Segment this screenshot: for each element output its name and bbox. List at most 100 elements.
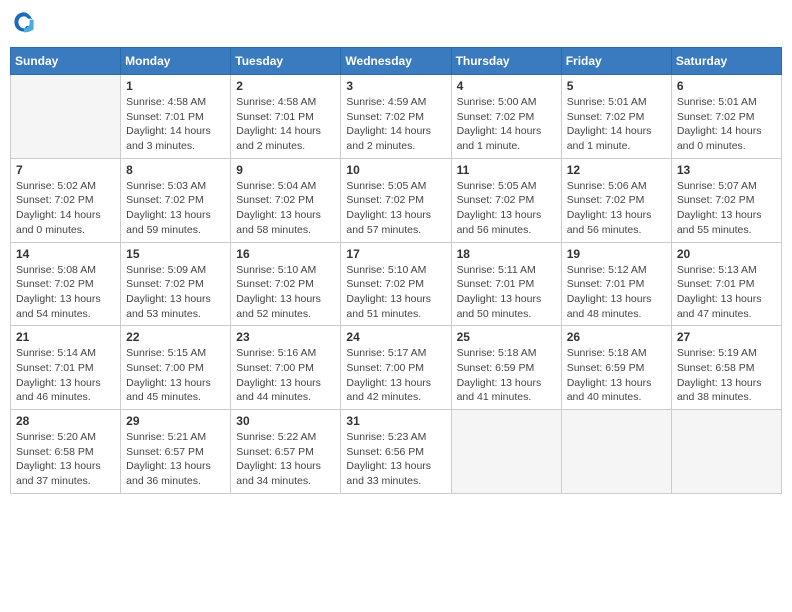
day-info: Sunrise: 5:08 AMSunset: 7:02 PMDaylight:…: [16, 263, 115, 322]
day-info: Sunrise: 5:13 AMSunset: 7:01 PMDaylight:…: [677, 263, 776, 322]
day-info: Sunrise: 5:18 AMSunset: 6:59 PMDaylight:…: [457, 346, 556, 405]
day-info: Sunrise: 4:58 AMSunset: 7:01 PMDaylight:…: [126, 95, 225, 154]
calendar-cell: [561, 410, 671, 494]
calendar-cell: 2 Sunrise: 4:58 AMSunset: 7:01 PMDaylight…: [231, 75, 341, 159]
calendar-cell: 18 Sunrise: 5:11 AMSunset: 7:01 PMDayligh…: [451, 242, 561, 326]
calendar-cell: 1 Sunrise: 4:58 AMSunset: 7:01 PMDaylight…: [121, 75, 231, 159]
calendar-cell: 25 Sunrise: 5:18 AMSunset: 6:59 PMDayligh…: [451, 326, 561, 410]
calendar-cell: 30 Sunrise: 5:22 AMSunset: 6:57 PMDayligh…: [231, 410, 341, 494]
day-info: Sunrise: 4:58 AMSunset: 7:01 PMDaylight:…: [236, 95, 335, 154]
day-number: 7: [16, 163, 115, 177]
day-info: Sunrise: 5:18 AMSunset: 6:59 PMDaylight:…: [567, 346, 666, 405]
calendar-cell: 21 Sunrise: 5:14 AMSunset: 7:01 PMDayligh…: [11, 326, 121, 410]
day-info: Sunrise: 5:09 AMSunset: 7:02 PMDaylight:…: [126, 263, 225, 322]
day-number: 24: [346, 330, 445, 344]
day-number: 10: [346, 163, 445, 177]
day-number: 22: [126, 330, 225, 344]
calendar-cell: [451, 410, 561, 494]
day-number: 3: [346, 79, 445, 93]
calendar-cell: 7 Sunrise: 5:02 AMSunset: 7:02 PMDaylight…: [11, 158, 121, 242]
calendar-header-thursday: Thursday: [451, 48, 561, 75]
calendar-cell: 20 Sunrise: 5:13 AMSunset: 7:01 PMDayligh…: [671, 242, 781, 326]
calendar-header-wednesday: Wednesday: [341, 48, 451, 75]
day-info: Sunrise: 5:23 AMSunset: 6:56 PMDaylight:…: [346, 430, 445, 489]
calendar-cell: 9 Sunrise: 5:04 AMSunset: 7:02 PMDaylight…: [231, 158, 341, 242]
day-number: 25: [457, 330, 556, 344]
calendar-cell: 24 Sunrise: 5:17 AMSunset: 7:00 PMDayligh…: [341, 326, 451, 410]
calendar-week-3: 14Sunrise: 5:08 AMSunset: 7:02 PMDayligh…: [11, 242, 782, 326]
calendar-header-friday: Friday: [561, 48, 671, 75]
day-number: 9: [236, 163, 335, 177]
day-number: 15: [126, 247, 225, 261]
calendar-cell: 14Sunrise: 5:08 AMSunset: 7:02 PMDayligh…: [11, 242, 121, 326]
day-number: 1: [126, 79, 225, 93]
day-number: 29: [126, 414, 225, 428]
day-info: Sunrise: 5:04 AMSunset: 7:02 PMDaylight:…: [236, 179, 335, 238]
day-number: 19: [567, 247, 666, 261]
calendar-cell: 12 Sunrise: 5:06 AMSunset: 7:02 PMDayligh…: [561, 158, 671, 242]
day-number: 8: [126, 163, 225, 177]
calendar-cell: 5 Sunrise: 5:01 AMSunset: 7:02 PMDaylight…: [561, 75, 671, 159]
day-number: 28: [16, 414, 115, 428]
day-info: Sunrise: 5:01 AMSunset: 7:02 PMDaylight:…: [677, 95, 776, 154]
day-info: Sunrise: 5:16 AMSunset: 7:00 PMDaylight:…: [236, 346, 335, 405]
calendar-cell: 11Sunrise: 5:05 AMSunset: 7:02 PMDayligh…: [451, 158, 561, 242]
day-info: Sunrise: 5:20 AMSunset: 6:58 PMDaylight:…: [16, 430, 115, 489]
day-number: 20: [677, 247, 776, 261]
day-info: Sunrise: 5:11 AMSunset: 7:01 PMDaylight:…: [457, 263, 556, 322]
day-number: 31: [346, 414, 445, 428]
day-info: Sunrise: 5:19 AMSunset: 6:58 PMDaylight:…: [677, 346, 776, 405]
calendar-week-5: 28 Sunrise: 5:20 AMSunset: 6:58 PMDayligh…: [11, 410, 782, 494]
calendar-cell: 28 Sunrise: 5:20 AMSunset: 6:58 PMDayligh…: [11, 410, 121, 494]
day-info: Sunrise: 4:59 AMSunset: 7:02 PMDaylight:…: [346, 95, 445, 154]
day-info: Sunrise: 5:22 AMSunset: 6:57 PMDaylight:…: [236, 430, 335, 489]
logo-icon: [12, 10, 36, 34]
day-info: Sunrise: 5:15 AMSunset: 7:00 PMDaylight:…: [126, 346, 225, 405]
day-number: 12: [567, 163, 666, 177]
day-info: Sunrise: 5:10 AMSunset: 7:02 PMDaylight:…: [346, 263, 445, 322]
day-info: Sunrise: 5:14 AMSunset: 7:01 PMDaylight:…: [16, 346, 115, 405]
day-info: Sunrise: 5:21 AMSunset: 6:57 PMDaylight:…: [126, 430, 225, 489]
day-number: 5: [567, 79, 666, 93]
day-info: Sunrise: 5:03 AMSunset: 7:02 PMDaylight:…: [126, 179, 225, 238]
day-info: Sunrise: 5:02 AMSunset: 7:02 PMDaylight:…: [16, 179, 115, 238]
day-info: Sunrise: 5:10 AMSunset: 7:02 PMDaylight:…: [236, 263, 335, 322]
day-number: 26: [567, 330, 666, 344]
day-info: Sunrise: 5:17 AMSunset: 7:00 PMDaylight:…: [346, 346, 445, 405]
calendar-cell: 8 Sunrise: 5:03 AMSunset: 7:02 PMDaylight…: [121, 158, 231, 242]
calendar-cell: [11, 75, 121, 159]
day-info: Sunrise: 5:00 AMSunset: 7:02 PMDaylight:…: [457, 95, 556, 154]
logo: [10, 10, 36, 39]
calendar-cell: 27 Sunrise: 5:19 AMSunset: 6:58 PMDayligh…: [671, 326, 781, 410]
calendar-week-1: 1 Sunrise: 4:58 AMSunset: 7:01 PMDaylight…: [11, 75, 782, 159]
calendar-cell: 10 Sunrise: 5:05 AMSunset: 7:02 PMDayligh…: [341, 158, 451, 242]
calendar-week-2: 7 Sunrise: 5:02 AMSunset: 7:02 PMDaylight…: [11, 158, 782, 242]
day-info: Sunrise: 5:07 AMSunset: 7:02 PMDaylight:…: [677, 179, 776, 238]
day-info: Sunrise: 5:01 AMSunset: 7:02 PMDaylight:…: [567, 95, 666, 154]
day-number: 23: [236, 330, 335, 344]
day-info: Sunrise: 5:05 AMSunset: 7:02 PMDaylight:…: [346, 179, 445, 238]
day-number: 21: [16, 330, 115, 344]
calendar-cell: 17 Sunrise: 5:10 AMSunset: 7:02 PMDayligh…: [341, 242, 451, 326]
day-info: Sunrise: 5:06 AMSunset: 7:02 PMDaylight:…: [567, 179, 666, 238]
calendar-cell: 31 Sunrise: 5:23 AMSunset: 6:56 PMDayligh…: [341, 410, 451, 494]
day-number: 30: [236, 414, 335, 428]
calendar-cell: 29 Sunrise: 5:21 AMSunset: 6:57 PMDayligh…: [121, 410, 231, 494]
calendar-cell: 3 Sunrise: 4:59 AMSunset: 7:02 PMDaylight…: [341, 75, 451, 159]
calendar-cell: 22 Sunrise: 5:15 AMSunset: 7:00 PMDayligh…: [121, 326, 231, 410]
page-header: [10, 10, 782, 39]
day-number: 4: [457, 79, 556, 93]
day-number: 2: [236, 79, 335, 93]
calendar-cell: [671, 410, 781, 494]
calendar-week-4: 21 Sunrise: 5:14 AMSunset: 7:01 PMDayligh…: [11, 326, 782, 410]
calendar-cell: 6Sunrise: 5:01 AMSunset: 7:02 PMDaylight…: [671, 75, 781, 159]
calendar-cell: 26 Sunrise: 5:18 AMSunset: 6:59 PMDayligh…: [561, 326, 671, 410]
day-number: 18: [457, 247, 556, 261]
calendar-cell: 19Sunrise: 5:12 AMSunset: 7:01 PMDayligh…: [561, 242, 671, 326]
day-number: 17: [346, 247, 445, 261]
day-number: 27: [677, 330, 776, 344]
day-number: 16: [236, 247, 335, 261]
calendar-cell: 23 Sunrise: 5:16 AMSunset: 7:00 PMDayligh…: [231, 326, 341, 410]
day-number: 11: [457, 163, 556, 177]
calendar-header-saturday: Saturday: [671, 48, 781, 75]
